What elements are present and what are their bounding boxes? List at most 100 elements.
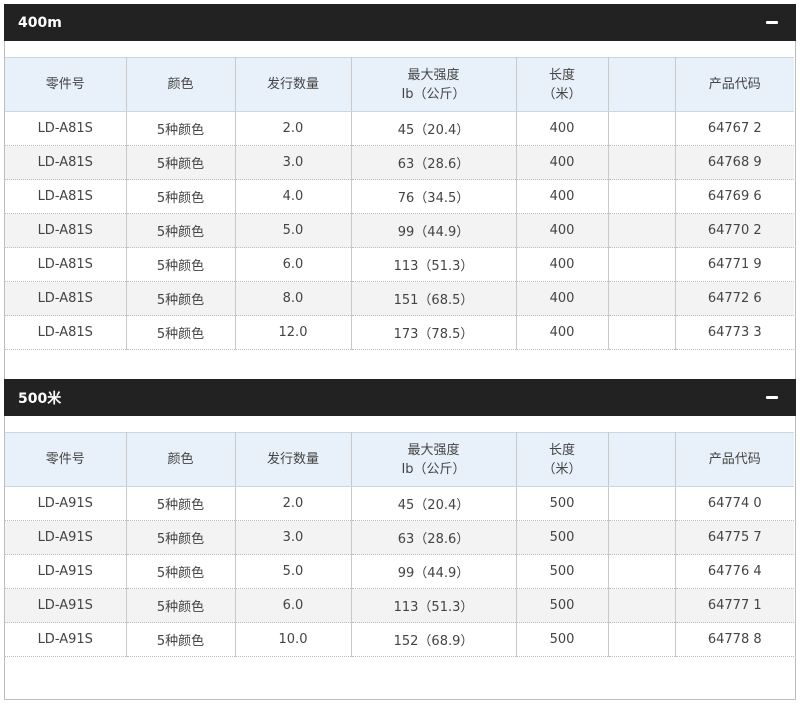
cell-length: 400 [516,315,609,350]
cell-blank [608,486,676,521]
cell-part-no: LD-A81S [5,179,127,214]
table-header-row: 零件号 颜色 发行数量 最大强度 Ib（公斤） 长度 （米） 产品代码 [5,57,794,112]
max-strength-label: 最大强度 [407,442,460,458]
table-body: LD-A91S 5种颜色 2.0 45（20.4） 500 64774 0 LD-A91S 5… [5,486,794,657]
cell-length: 500 [516,554,609,589]
cell-max-strength: 152（68.9） [351,622,517,657]
cell-issue-qty: 5.0 [235,554,352,589]
cell-color: 5种颜色 [126,486,236,521]
cell-length: 400 [516,111,609,146]
cell-product-code: 64769 6 [675,179,794,214]
cell-issue-qty: 3.0 [235,520,352,555]
cell-issue-qty: 3.0 [235,145,352,180]
table-header-row: 零件号 颜色 发行数量 最大强度 Ib（公斤） 长度 （米） 产品代码 [5,432,794,487]
cell-blank [608,179,676,214]
cell-product-code: 64772 6 [675,281,794,316]
cell-blank [608,213,676,248]
col-header-length: 长度 （米） [516,432,609,487]
cell-blank [608,622,676,657]
cell-product-code: 64774 0 [675,486,794,521]
cell-product-code: 64775 7 [675,520,794,555]
cell-issue-qty: 6.0 [235,588,352,623]
cell-issue-qty: 4.0 [235,179,352,214]
cell-blank [608,281,676,316]
cell-length: 400 [516,145,609,180]
length-unit: （米） [542,461,582,477]
table-row: LD-A81S 5种颜色 8.0 151（68.5） 400 64772 6 [5,281,794,316]
table-row: LD-A81S 5种颜色 2.0 45（20.4） 400 64767 2 [5,111,794,146]
cell-blank [608,554,676,589]
spec-table: 零件号 颜色 发行数量 最大强度 Ib（公斤） 长度 （米） 产品代码 LD-A… [5,57,794,350]
table-row: LD-A81S 5种颜色 5.0 99（44.9） 400 64770 2 [5,213,794,248]
cell-max-strength: 63（28.6） [351,145,517,180]
cell-product-code: 64776 4 [675,554,794,589]
cell-max-strength: 76（34.5） [351,179,517,214]
cell-part-no: LD-A81S [5,281,127,316]
max-strength-unit: Ib（公斤） [401,86,466,102]
cell-part-no: LD-A81S [5,111,127,146]
length-unit: （米） [542,86,582,102]
cell-color: 5种颜色 [126,622,236,657]
table-row: LD-A91S 5种颜色 2.0 45（20.4） 500 64774 0 [5,486,794,521]
minus-icon [766,21,778,24]
table-row: LD-A91S 5种颜色 10.0 152（68.9） 500 64778 8 [5,622,794,657]
cell-part-no: LD-A81S [5,247,127,282]
cell-max-strength: 151（68.5） [351,281,517,316]
cell-issue-qty: 10.0 [235,622,352,657]
cell-blank [608,247,676,282]
cell-max-strength: 63（28.6） [351,520,517,555]
cell-max-strength: 99（44.9） [351,554,517,589]
cell-blank [608,588,676,623]
cell-issue-qty: 12.0 [235,315,352,350]
cell-blank [608,111,676,146]
cell-blank [608,315,676,350]
cell-product-code: 64778 8 [675,622,794,657]
col-header-max-strength: 最大强度 Ib（公斤） [351,57,517,112]
cell-max-strength: 45（20.4） [351,486,517,521]
cell-color: 5种颜色 [126,213,236,248]
section-400m: 400m 零件号 颜色 发行数量 最大强度 Ib（公斤） 长度 （米） 产品代码… [4,4,796,350]
cell-max-strength: 45（20.4） [351,111,517,146]
max-strength-label: 最大强度 [407,67,460,83]
table-row: LD-A81S 5种颜色 12.0 173（78.5） 400 64773 3 [5,315,794,350]
col-header-product-code: 产品代码 [675,57,794,112]
length-label: 长度 [548,67,575,83]
collapse-button[interactable] [762,13,782,33]
section-title: 400m [18,14,62,31]
spec-table: 零件号 颜色 发行数量 最大强度 Ib（公斤） 长度 （米） 产品代码 LD-A… [5,432,794,657]
cell-issue-qty: 2.0 [235,111,352,146]
cell-length: 500 [516,588,609,623]
col-header-color: 颜色 [126,432,236,487]
col-header-length: 长度 （米） [516,57,609,112]
cell-issue-qty: 8.0 [235,281,352,316]
cell-color: 5种颜色 [126,111,236,146]
cell-part-no: LD-A91S [5,588,127,623]
cell-part-no: LD-A91S [5,622,127,657]
cell-length: 500 [516,622,609,657]
cell-max-strength: 113（51.3） [351,247,517,282]
cell-max-strength: 173（78.5） [351,315,517,350]
cell-part-no: LD-A81S [5,315,127,350]
table-row: LD-A81S 5种颜色 4.0 76（34.5） 400 64769 6 [5,179,794,214]
section-header[interactable]: 500米 [4,379,796,416]
cell-length: 400 [516,179,609,214]
minus-icon [766,396,778,399]
col-header-blank [608,57,676,112]
cell-part-no: LD-A91S [5,520,127,555]
max-strength-unit: Ib（公斤） [401,461,466,477]
section-500m: 500米 零件号 颜色 发行数量 最大强度 Ib（公斤） 长度 （米） 产品代码… [4,379,796,657]
collapse-button[interactable] [762,388,782,408]
cell-length: 400 [516,281,609,316]
cell-length: 400 [516,213,609,248]
cell-max-strength: 99（44.9） [351,213,517,248]
length-label: 长度 [548,442,575,458]
col-header-blank [608,432,676,487]
col-header-product-code: 产品代码 [675,432,794,487]
cell-product-code: 64768 9 [675,145,794,180]
cell-blank [608,145,676,180]
table-row: LD-A81S 5种颜色 6.0 113（51.3） 400 64771 9 [5,247,794,282]
section-header[interactable]: 400m [4,4,796,41]
cell-product-code: 64767 2 [675,111,794,146]
cell-part-no: LD-A81S [5,145,127,180]
cell-part-no: LD-A91S [5,554,127,589]
